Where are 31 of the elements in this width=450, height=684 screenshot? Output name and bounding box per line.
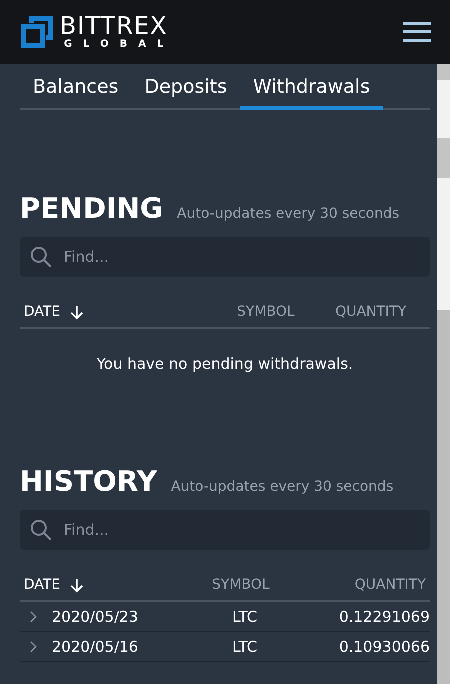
section-subtitle: Auto-updates every 30 seconds bbox=[171, 479, 394, 495]
column-header[interactable]: SYMBOL bbox=[212, 577, 270, 593]
scrollbar[interactable] bbox=[437, 64, 450, 684]
table-cell-text: LTC bbox=[231, 608, 259, 626]
tab[interactable]: Deposits bbox=[132, 64, 240, 110]
section-title: HISTORY bbox=[20, 465, 158, 498]
tab[interactable]: Withdrawals bbox=[240, 64, 384, 110]
logo-title: BITTREX bbox=[60, 13, 168, 39]
table-cell-text: 0.10930066 bbox=[338, 638, 430, 656]
logo-icon bbox=[20, 15, 54, 49]
table-cell: 2020/05/16 bbox=[52, 638, 138, 656]
search-field[interactable]: Find... bbox=[20, 510, 430, 550]
menu-icon[interactable] bbox=[403, 22, 431, 42]
chevron-icon[interactable] bbox=[28, 610, 38, 622]
sort-arrow-icon bbox=[70, 578, 84, 592]
table-cell-text: 0.12291069 bbox=[338, 608, 430, 626]
column-header[interactable]: DATE bbox=[24, 577, 60, 593]
search-field[interactable]: Find... bbox=[20, 237, 430, 277]
column-header[interactable]: DATE bbox=[24, 304, 60, 320]
column-header[interactable]: SYMBOL bbox=[237, 304, 295, 320]
logo-subtitle: GLOBAL bbox=[64, 39, 175, 51]
section-title: PENDING bbox=[20, 192, 164, 225]
table-cell-text: LTC bbox=[231, 638, 259, 656]
table-cell: 2020/05/23 bbox=[52, 608, 138, 626]
chevron-icon[interactable] bbox=[28, 640, 38, 652]
section-subtitle: Auto-updates every 30 seconds bbox=[177, 206, 400, 222]
tab[interactable]: Balances bbox=[20, 64, 132, 110]
column-header[interactable]: QUANTITY bbox=[354, 577, 426, 593]
sort-arrow-icon bbox=[70, 304, 84, 320]
empty-message: You have no pending withdrawals. bbox=[96, 355, 354, 373]
column-header[interactable]: QUANTITY bbox=[335, 304, 407, 320]
